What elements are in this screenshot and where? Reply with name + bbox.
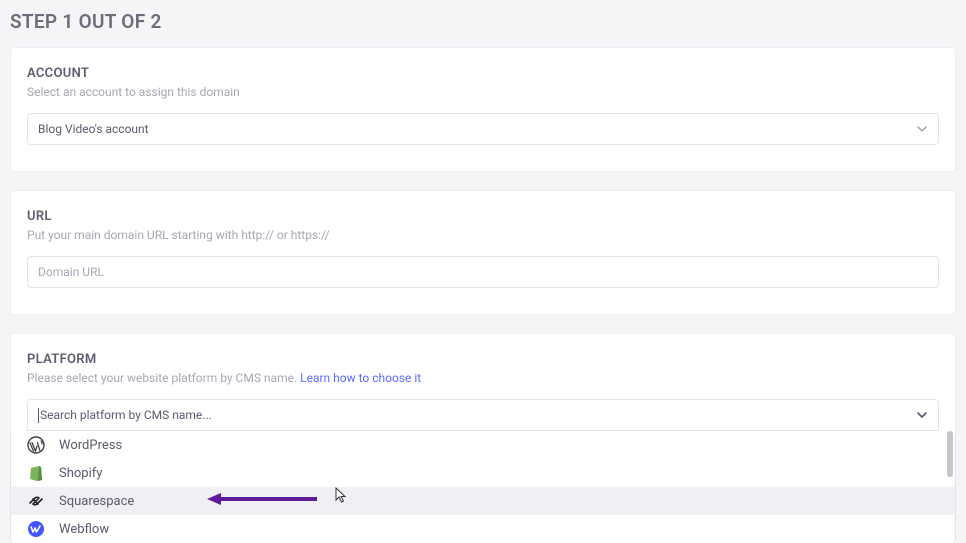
option-wordpress[interactable]: WordPress	[11, 431, 955, 459]
scrollbar-thumb[interactable]	[947, 431, 953, 477]
url-card: URL Put your main domain URL starting wi…	[10, 190, 956, 315]
account-sub: Select an account to assign this domain	[27, 85, 939, 99]
option-label: Shopify	[59, 466, 102, 481]
wordpress-icon	[27, 436, 45, 454]
option-label: Webflow	[59, 522, 109, 537]
chevron-down-icon	[916, 123, 928, 135]
platform-dropdown: WordPress Shopify Squarespace Webflow	[10, 431, 956, 543]
step-title: STEP 1 OUT OF 2	[0, 0, 966, 47]
webflow-icon	[27, 520, 45, 538]
option-label: WordPress	[59, 438, 122, 453]
platform-sub: Please select your website platform by C…	[27, 371, 939, 385]
account-select-value: Blog Video's account	[38, 122, 149, 136]
account-select[interactable]: Blog Video's account	[27, 113, 939, 145]
option-label: Squarespace	[59, 494, 134, 509]
url-sub: Put your main domain URL starting with h…	[27, 228, 939, 242]
platform-card: PLATFORM Please select your website plat…	[10, 333, 956, 431]
text-caret	[38, 408, 39, 423]
option-squarespace[interactable]: Squarespace	[11, 487, 955, 515]
shopify-icon	[27, 464, 45, 482]
option-webflow[interactable]: Webflow	[11, 515, 955, 543]
arrow-annotation-icon	[207, 492, 317, 510]
chevron-down-icon	[916, 409, 928, 421]
option-shopify[interactable]: Shopify	[11, 459, 955, 487]
account-card: ACCOUNT Select an account to assign this…	[10, 47, 956, 172]
learn-link[interactable]: Learn how to choose it	[300, 371, 421, 385]
platform-heading: PLATFORM	[27, 352, 939, 367]
scrollbar-track[interactable]	[946, 431, 954, 543]
url-input[interactable]: Domain URL	[27, 256, 939, 288]
platform-placeholder: Search platform by CMS name...	[40, 408, 212, 422]
platform-sub-text: Please select your website platform by C…	[27, 371, 300, 385]
url-heading: URL	[27, 209, 939, 224]
account-heading: ACCOUNT	[27, 66, 939, 81]
platform-option-list: WordPress Shopify Squarespace Webflow	[11, 431, 955, 543]
squarespace-icon	[27, 492, 45, 510]
url-placeholder: Domain URL	[38, 265, 104, 279]
platform-search-input[interactable]: Search platform by CMS name...	[27, 399, 939, 431]
